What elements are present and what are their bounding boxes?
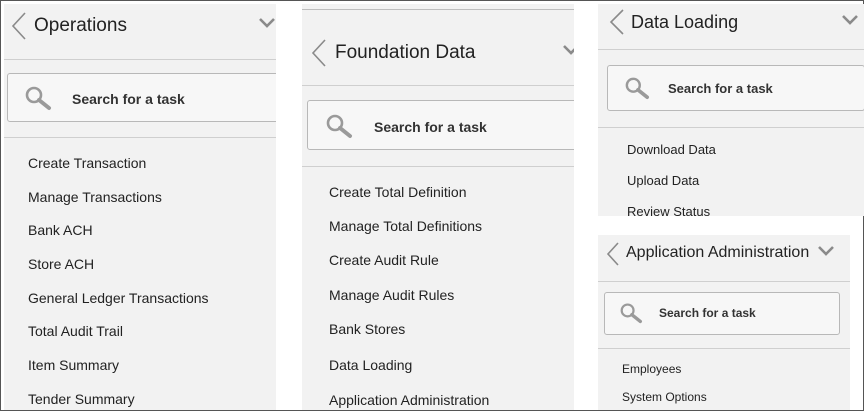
panel-title: Foundation Data	[335, 42, 476, 63]
application-administration-panel: Application Administration Search for a …	[598, 235, 850, 410]
chevron-down-icon[interactable]	[562, 44, 574, 56]
list-item[interactable]: Create Total Definition	[329, 184, 466, 200]
divider	[302, 166, 574, 167]
panel-title: Application Administration	[626, 244, 810, 261]
foundation-data-panel: Foundation Data Search for a task Create…	[302, 4, 574, 410]
list-item[interactable]: Upload Data	[627, 173, 699, 188]
divider	[4, 137, 276, 138]
search-icon	[624, 76, 650, 100]
list-item[interactable]: System Options	[622, 390, 707, 404]
search-placeholder: Search for a task	[374, 119, 487, 135]
list-item[interactable]: Data Loading	[329, 357, 412, 373]
screenshot-frame: Operations Search for a task Create Tran…	[0, 0, 864, 411]
chevron-left-icon[interactable]	[606, 241, 620, 267]
search-placeholder: Search for a task	[659, 306, 756, 320]
list-item[interactable]: Create Transaction	[28, 155, 146, 171]
list-item[interactable]: Total Audit Trail	[28, 323, 123, 339]
data-loading-panel: Data Loading Search for a task Download …	[598, 4, 864, 216]
search-input[interactable]: Search for a task	[307, 100, 574, 150]
search-input[interactable]: Search for a task	[604, 292, 840, 335]
chevron-down-icon[interactable]	[258, 17, 276, 29]
list-item[interactable]: Store ACH	[28, 256, 94, 272]
divider	[598, 348, 850, 349]
list-item[interactable]: Download Data	[627, 142, 716, 157]
chevron-down-icon[interactable]	[841, 14, 859, 26]
chevron-down-icon[interactable]	[817, 245, 835, 257]
search-placeholder: Search for a task	[72, 91, 185, 107]
list-item[interactable]: Review Status	[627, 204, 710, 216]
chevron-left-icon[interactable]	[609, 8, 625, 36]
list-item[interactable]: Manage Transactions	[28, 189, 162, 205]
list-item[interactable]: Tender Summary	[28, 391, 135, 407]
search-input[interactable]: Search for a task	[7, 73, 276, 122]
divider	[4, 59, 276, 60]
search-placeholder: Search for a task	[668, 81, 773, 96]
divider	[598, 281, 850, 282]
search-icon	[325, 113, 353, 139]
list-item[interactable]: Item Summary	[28, 357, 119, 373]
divider	[598, 127, 864, 128]
chevron-left-icon[interactable]	[311, 38, 327, 68]
search-icon	[24, 85, 52, 111]
list-item[interactable]: Employees	[622, 362, 681, 376]
operations-panel: Operations Search for a task Create Tran…	[4, 4, 276, 410]
divider	[302, 9, 574, 10]
list-item[interactable]: Application Administration	[329, 392, 489, 408]
list-item[interactable]: Manage Audit Rules	[329, 287, 454, 303]
search-icon	[619, 302, 643, 324]
panel-title: Data Loading	[631, 12, 739, 32]
divider	[598, 49, 864, 50]
search-input[interactable]: Search for a task	[607, 65, 864, 111]
list-item[interactable]: Bank Stores	[329, 321, 405, 337]
list-item[interactable]: Manage Total Definitions	[329, 218, 482, 234]
list-item[interactable]: Create Audit Rule	[329, 252, 439, 268]
chevron-left-icon[interactable]	[11, 11, 27, 41]
panel-title: Operations	[34, 15, 127, 36]
divider	[302, 85, 574, 86]
list-item[interactable]: Bank ACH	[28, 222, 93, 238]
list-item[interactable]: General Ledger Transactions	[28, 290, 209, 306]
